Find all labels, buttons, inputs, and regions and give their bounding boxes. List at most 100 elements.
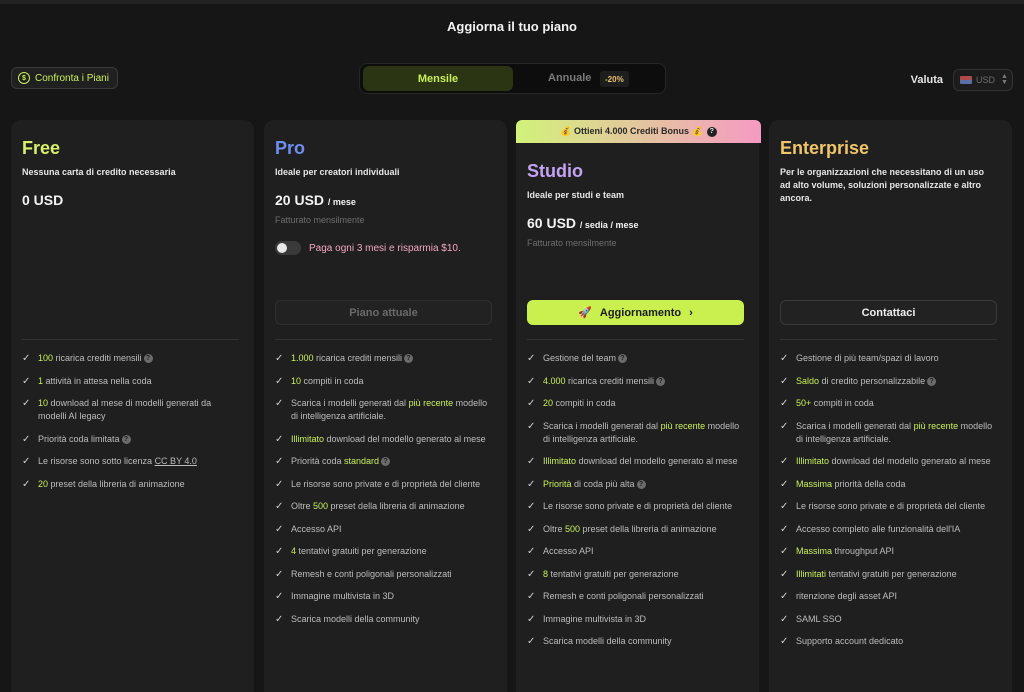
feature-item: ✓ Scarica modelli della community [275,613,492,626]
check-icon: ✓ [527,546,536,557]
feature-list: ✓ 1.000 ricarica crediti mensili? ✓ 10 comp… [275,352,492,635]
feature-text: Priorità coda [291,456,345,466]
feature-item: ✓ Le risorse sono private e di proprietà … [780,500,997,513]
question-icon[interactable]: ? [706,126,717,137]
check-icon: ✓ [22,433,31,445]
feature-text: Le risorse sono sotto licenza [38,456,155,466]
feature-item: ✓ Supporto account dedicato [780,635,997,648]
feature-item: ✓ Priorità di coda più alta? [527,478,744,491]
question-icon[interactable]: ? [656,376,666,386]
feature-highlight: più recente [660,420,706,431]
rocket-icon: 🚀 [578,307,592,319]
check-icon: ✓ [780,375,789,387]
check-icon: ✓ [780,568,789,580]
feature-text: tentativi gratuiti per generazione [296,546,427,556]
check-icon: ✓ [275,613,284,625]
feature-text: download al mese di modelli generati da … [38,398,212,421]
feature-item: ✓ Oltre 500 preset della libreria di anim… [275,500,492,513]
question-icon[interactable]: ? [381,457,391,466]
feature-highlight: 1.000 [291,353,314,363]
feature-text: throughput API [832,546,895,556]
check-icon: ✓ [780,398,789,409]
plan-description: Nessuna carta di credito necessaria [22,167,176,177]
tab-monthly[interactable]: Mensile [363,66,513,91]
feature-text: Immagine multivista in 3D [543,613,647,624]
us-flag-icon [960,76,972,84]
current-plan-button: Piano attuale [275,300,492,325]
check-icon: ✓ [22,456,31,467]
feature-item: ✓ 4 tentativi gratuiti per generazione [275,545,492,558]
chevron-updown-icon: ▲ ▼ [1001,73,1008,86]
tab-annual[interactable]: Annuale [548,72,591,84]
feature-item: ✓ 100 ricarica crediti mensili? [22,352,239,365]
license-link[interactable]: CC BY 4.0 [155,456,197,466]
check-icon: ✓ [527,353,536,364]
quarterly-toggle-row: Paga ogni 3 mesi e risparmia $10. [275,241,461,255]
feature-item: ✓ Immagine multivista in 3D [527,613,744,626]
upgrade-button[interactable]: 🚀 Aggiornamento › [527,300,744,325]
feature-item: ✓ Illimitati tentativi gratuiti per gener… [780,568,997,581]
contact-button[interactable]: Contattaci [780,300,997,325]
feature-item: ✓ 8 tentativi gratuiti per generazione [527,568,744,581]
currency-selector: Valuta USD ▲ ▼ [911,69,1013,91]
discount-badge: -20% [600,71,629,87]
check-icon: ✓ [275,456,284,467]
feature-highlight: 20 [38,478,49,489]
check-icon: ✓ [275,546,284,557]
plan-card-free: Free Nessuna carta di credito necessaria… [11,120,254,692]
feature-text: compiti in coda [811,398,874,408]
feature-highlight: 50+ [796,398,812,408]
feature-item: ✓ Illimitato download del modello generat… [527,455,744,468]
feature-text: preset della libreria di animazione [580,523,717,534]
feature-text: tentativi gratuiti per generazione [826,568,957,579]
feature-highlight: standard [344,456,380,466]
check-icon: ✓ [780,636,789,647]
feature-highlight: Saldo [796,375,820,386]
feature-item: ✓ Oltre 500 preset della libreria di anim… [527,523,744,536]
feature-text: Le risorse sono private e di proprietà d… [291,478,481,489]
check-icon: ✓ [780,420,789,432]
feature-highlight: più recente [408,398,454,408]
feature-text: Le risorse sono private e di proprietà d… [796,501,986,511]
check-icon: ✓ [527,478,536,490]
plan-price: 20 USD / mese [275,192,356,208]
feature-text: Oltre [291,501,314,511]
question-icon[interactable]: ? [121,434,131,444]
feature-item: ✓ 1 attività in attesa nella coda [22,375,239,388]
feature-item: ✓ Gestione del team? [527,352,744,365]
check-icon: ✓ [275,353,284,364]
question-icon[interactable]: ? [636,479,646,489]
feature-item: ✓ 50+ compiti in coda [780,397,997,410]
feature-highlight: Illimitato [543,456,577,466]
feature-text: compiti in coda [553,398,616,408]
feature-text: compiti in coda [301,375,364,386]
check-icon: ✓ [275,523,284,535]
feature-highlight: Illimitato [291,433,325,444]
question-icon[interactable]: ? [927,376,937,386]
check-icon: ✓ [527,591,536,602]
check-icon: ✓ [22,353,31,364]
feature-highlight: 10 [38,398,49,408]
check-icon: ✓ [22,478,31,490]
feature-text: Supporto account dedicato [796,636,904,646]
question-icon[interactable]: ? [404,354,414,363]
feature-highlight: Massima [796,546,833,556]
question-icon[interactable]: ? [143,354,153,363]
feature-item: ✓ Le risorse sono sotto licenza CC BY 4.0 [22,455,239,468]
quarterly-switch[interactable] [275,241,301,255]
feature-highlight: 500 [565,523,581,534]
question-icon[interactable]: ? [618,354,628,363]
feature-item: ✓ Scarica i modelli generati dal più rece… [275,397,492,423]
feature-highlight: più recente [913,420,959,431]
check-icon: ✓ [527,398,536,409]
feature-text: download del modello generato al mese [576,456,738,466]
feature-item: ✓ Scarica i modelli generati dal più rece… [527,420,744,446]
compare-plans-button[interactable]: $ Confronta i Piani [11,67,118,89]
page-title: Aggiorna il tuo piano [447,19,577,34]
feature-text: Immagine multivista in 3D [291,591,395,601]
check-icon: ✓ [275,375,284,387]
feature-text: Scarica modelli della community [543,636,672,646]
check-icon: ✓ [780,591,789,602]
currency-select[interactable]: USD ▲ ▼ [953,69,1013,91]
billing-note: Fatturato mensilmente [527,238,617,248]
